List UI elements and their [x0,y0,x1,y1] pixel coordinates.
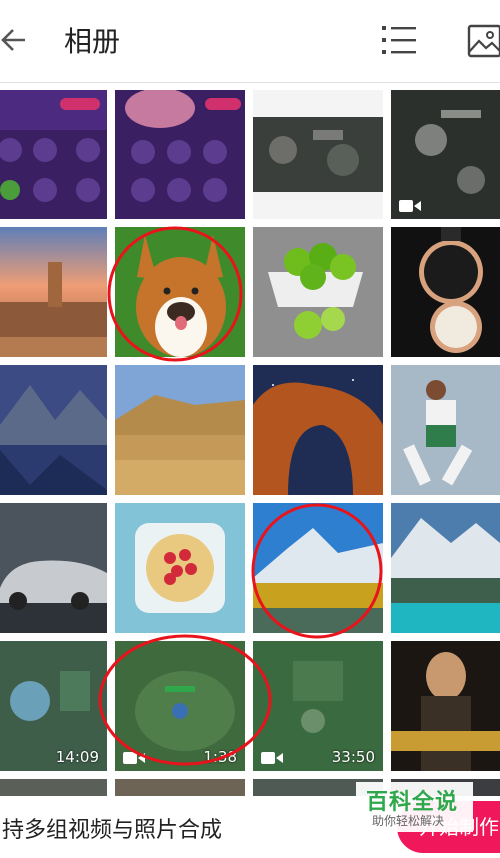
gallery-icon[interactable] [466,22,500,58]
list-view-icon[interactable] [381,22,417,58]
watermark: 百科全说 助你轻松解决 [356,782,473,832]
watermark-subtitle: 助你轻松解决 [372,814,445,828]
footer-hint: 持多组视频与照片合成 [2,818,223,843]
arrow-left-icon[interactable] [0,25,30,55]
annotation-circle [98,634,272,766]
photo-grid: 14:09 1:38 33:50 [0,90,500,796]
page-title: 相册 [64,25,121,58]
annotation-circle [251,503,383,639]
top-bar: 相册 [0,0,500,83]
annotation-circle [107,226,243,362]
annotation-overlay [98,226,383,766]
